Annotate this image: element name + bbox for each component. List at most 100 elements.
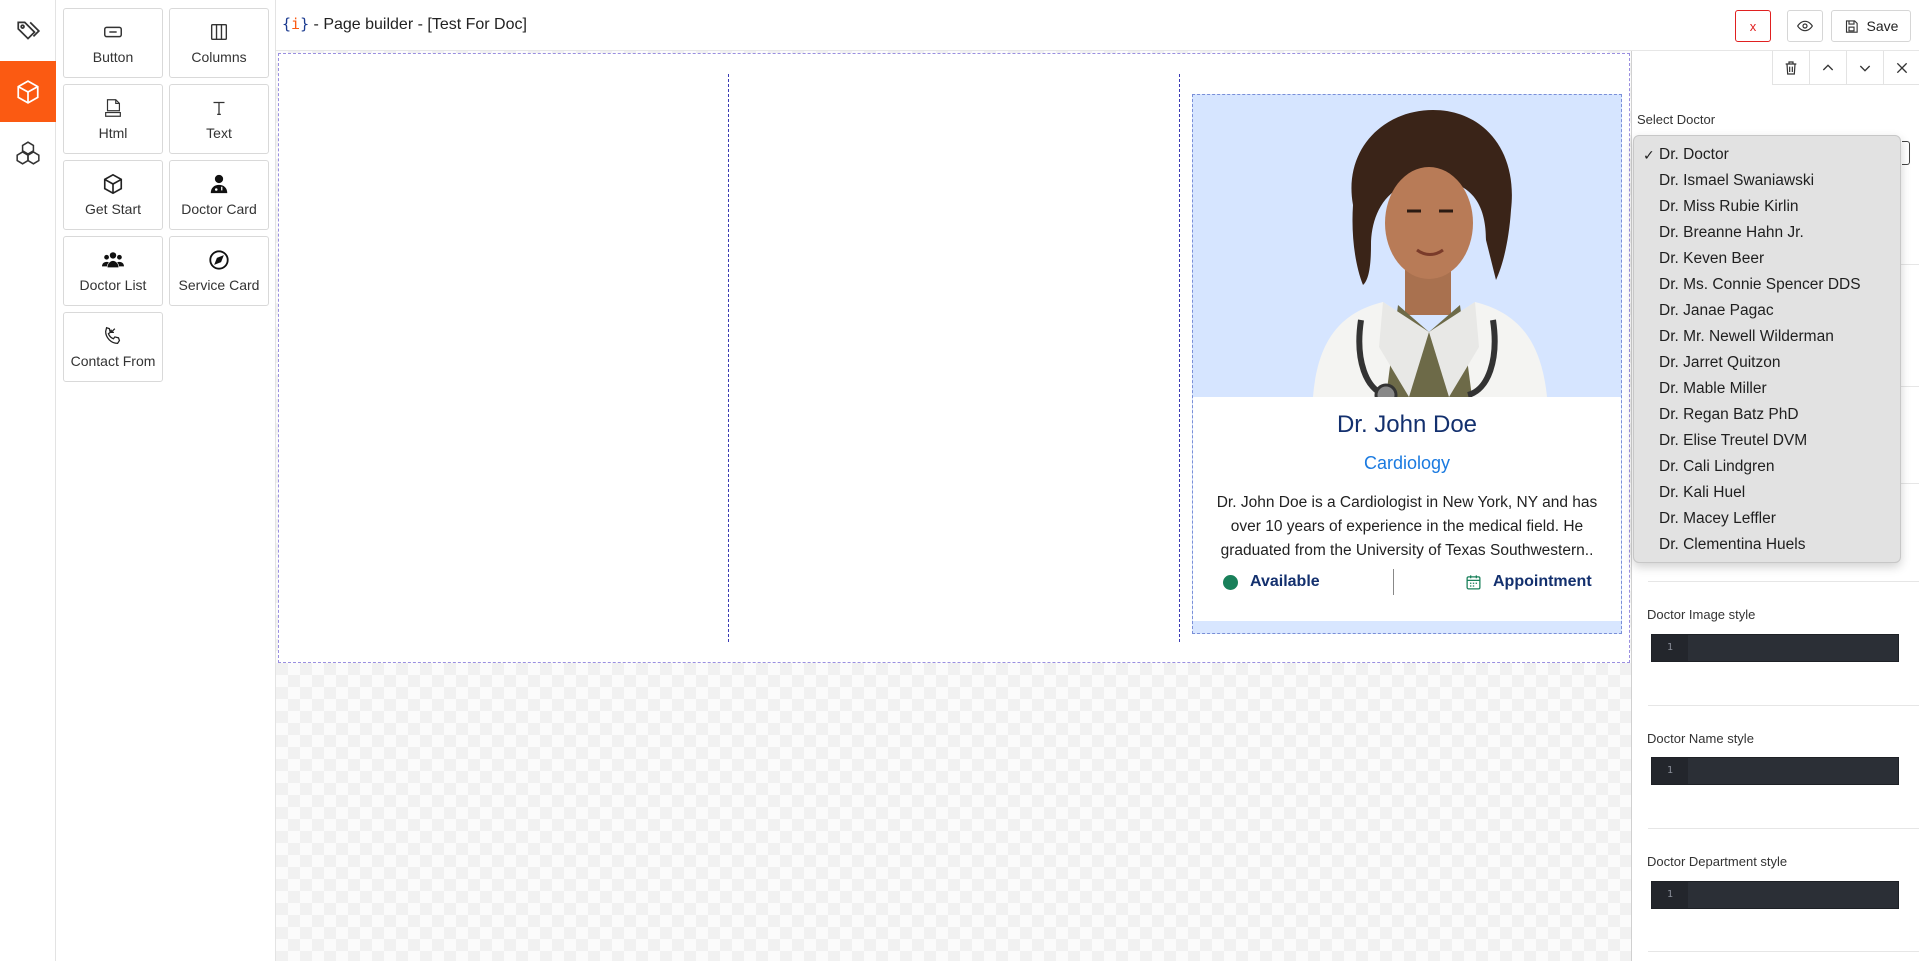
tags-icon bbox=[17, 20, 41, 40]
doctor-option[interactable]: Dr. Keven Beer bbox=[1634, 246, 1900, 272]
doctor-option[interactable]: Dr. Miss Rubie Kirlin bbox=[1634, 194, 1900, 220]
trash-icon bbox=[1785, 60, 1797, 75]
doctor-option[interactable]: Dr. Mable Miller bbox=[1634, 376, 1900, 402]
doctor-icon bbox=[210, 174, 228, 194]
doctor-option[interactable]: Dr. Breanne Hahn Jr. bbox=[1634, 220, 1900, 246]
close-builder-button[interactable]: x bbox=[1735, 10, 1771, 42]
columns-icon bbox=[210, 23, 228, 41]
calendar-icon bbox=[1466, 574, 1481, 590]
block-service-card[interactable]: Service Card bbox=[169, 236, 269, 306]
image-style-editor[interactable]: 1 bbox=[1651, 634, 1899, 662]
page-title: {i} - Page builder - [Test For Doc] bbox=[282, 15, 527, 34]
card-divider bbox=[1393, 569, 1394, 595]
save-label: Save bbox=[1866, 18, 1899, 34]
move-up-button[interactable] bbox=[1809, 51, 1846, 85]
panel-separator bbox=[1648, 581, 1919, 582]
doctor-option[interactable]: Dr. Jarret Quitzon bbox=[1634, 350, 1900, 376]
block-label: Columns bbox=[191, 49, 247, 65]
phone-icon bbox=[105, 326, 121, 344]
button-icon bbox=[104, 26, 122, 38]
rail-tags[interactable] bbox=[0, 0, 56, 61]
builder-canvas[interactable]: Dr. John Doe Cardiology Dr. John Doe is … bbox=[276, 51, 1631, 961]
icon-rail bbox=[0, 0, 56, 961]
panel-separator bbox=[1648, 828, 1919, 829]
doctor-photo bbox=[1193, 95, 1621, 397]
name-style-editor[interactable]: 1 bbox=[1651, 757, 1899, 785]
column-divider bbox=[728, 74, 729, 642]
block-text[interactable]: Text bbox=[169, 84, 269, 154]
image-style-label: Doctor Image style bbox=[1647, 607, 1756, 622]
top-bar: {i} - Page builder - [Test For Doc] x Sa… bbox=[276, 0, 1919, 51]
doctor-options-list[interactable]: ✓ Dr. Doctor Dr. Ismael Swaniawski Dr. Mi… bbox=[1633, 135, 1901, 563]
panel-separator bbox=[1648, 951, 1919, 952]
doctor-card[interactable]: Dr. John Doe Cardiology Dr. John Doe is … bbox=[1192, 94, 1622, 634]
page-title-text: - Page builder - [Test For Doc] bbox=[309, 16, 527, 33]
block-button[interactable]: Button bbox=[63, 8, 163, 78]
status-label: Available bbox=[1250, 573, 1320, 590]
block-label: Service Card bbox=[178, 277, 260, 293]
line-number: 1 bbox=[1652, 635, 1688, 661]
block-label: Text bbox=[206, 125, 232, 141]
chevron-down-icon bbox=[1859, 65, 1871, 72]
move-down-button[interactable] bbox=[1846, 51, 1883, 85]
appointment-label: Appointment bbox=[1493, 573, 1592, 590]
rail-blocks[interactable] bbox=[0, 61, 56, 122]
close-icon bbox=[1896, 62, 1908, 73]
block-contact-from[interactable]: Contact From bbox=[63, 312, 163, 382]
eye-icon bbox=[1797, 20, 1813, 32]
appointment-link[interactable]: Appointment bbox=[1465, 573, 1592, 591]
compass-icon bbox=[209, 250, 229, 270]
doctor-option[interactable]: Dr. Macey Leffler bbox=[1634, 506, 1900, 532]
block-label: Doctor List bbox=[79, 277, 147, 293]
block-doctor-list[interactable]: Doctor List bbox=[63, 236, 163, 306]
column-divider bbox=[1179, 74, 1180, 642]
doctor-department: Cardiology bbox=[1363, 453, 1451, 473]
block-get-start[interactable]: Get Start bbox=[63, 160, 163, 230]
doctor-option[interactable]: Dr. Janae Pagac bbox=[1634, 298, 1900, 324]
availability-status: Available bbox=[1223, 573, 1320, 591]
block-doctor-card[interactable]: Doctor Card bbox=[169, 160, 269, 230]
block-label: Html bbox=[98, 125, 128, 141]
block-label: Doctor Card bbox=[181, 201, 257, 217]
doctor-name: Dr. John Doe bbox=[1336, 411, 1478, 438]
doctor-option[interactable]: ✓ Dr. Doctor bbox=[1634, 142, 1900, 168]
cubes-icon bbox=[16, 140, 40, 165]
department-style-editor[interactable]: 1 bbox=[1651, 881, 1899, 909]
rail-layers[interactable] bbox=[0, 122, 56, 183]
doctor-option[interactable]: Dr. Ismael Swaniawski bbox=[1634, 168, 1900, 194]
text-icon bbox=[213, 101, 225, 116]
doctor-portrait-illustration bbox=[1313, 110, 1547, 397]
blocks-panel: Button Columns Html Text Get Start Docto… bbox=[56, 0, 276, 961]
line-number: 1 bbox=[1652, 758, 1688, 784]
close-panel-button[interactable] bbox=[1883, 51, 1919, 85]
preview-button[interactable] bbox=[1787, 10, 1823, 42]
block-columns[interactable]: Columns bbox=[169, 8, 269, 78]
select-doctor-label: Select Doctor bbox=[1637, 112, 1716, 127]
select-doctor-dropdown[interactable] bbox=[1902, 141, 1910, 165]
columns-row[interactable]: Dr. John Doe Cardiology Dr. John Doe is … bbox=[278, 53, 1630, 663]
block-html[interactable]: Html bbox=[63, 84, 163, 154]
block-label: Contact From bbox=[70, 353, 156, 369]
doctor-option[interactable]: Dr. Mr. Newell Wilderman bbox=[1634, 324, 1900, 350]
cube-icon bbox=[103, 173, 123, 195]
delete-button[interactable] bbox=[1772, 51, 1809, 85]
box-icon bbox=[17, 79, 39, 104]
doctor-option[interactable]: Dr. Clementina Huels bbox=[1634, 532, 1900, 558]
line-number: 1 bbox=[1652, 882, 1688, 908]
block-label: Get Start bbox=[84, 201, 142, 217]
panel-toolbar bbox=[1772, 51, 1919, 85]
floppy-icon bbox=[1845, 19, 1858, 33]
block-label: Button bbox=[92, 49, 134, 65]
chevron-up-icon bbox=[1822, 63, 1834, 70]
doctor-option[interactable]: Dr. Cali Lindgren bbox=[1634, 454, 1900, 480]
save-button[interactable]: Save bbox=[1831, 10, 1911, 42]
doctor-description: Dr. John Doe is a Cardiologist in New Yo… bbox=[1216, 494, 1598, 559]
doctor-option[interactable]: Dr. Regan Batz PhD bbox=[1634, 402, 1900, 428]
checkmark-icon: ✓ bbox=[1643, 147, 1655, 163]
doctor-option[interactable]: Dr. Kali Huel bbox=[1634, 480, 1900, 506]
doctor-card-body: Dr. John Doe Cardiology Dr. John Doe is … bbox=[1193, 397, 1621, 621]
doctor-option[interactable]: Dr. Elise Treutel DVM bbox=[1634, 428, 1900, 454]
html-icon bbox=[105, 99, 121, 117]
doctor-option[interactable]: Dr. Ms. Connie Spencer DDS bbox=[1634, 272, 1900, 298]
name-style-label: Doctor Name style bbox=[1647, 731, 1754, 746]
